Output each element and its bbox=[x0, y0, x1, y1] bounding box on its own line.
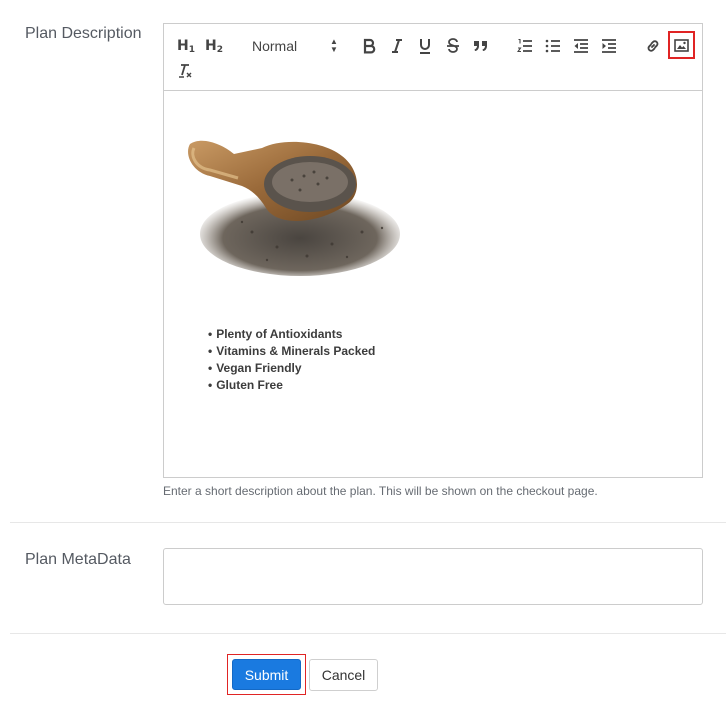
chia-seed-image bbox=[188, 140, 400, 276]
strike-button[interactable] bbox=[444, 34, 462, 58]
list-item: Vitamins & Minerals Packed bbox=[208, 343, 375, 360]
clean-format-button[interactable] bbox=[176, 59, 194, 83]
blockquote-button[interactable] bbox=[472, 34, 490, 58]
section-divider bbox=[10, 633, 726, 634]
format-picker[interactable]: Normal ▲ ▼ bbox=[250, 34, 340, 58]
bullet-list-icon bbox=[545, 39, 560, 53]
header-2-button[interactable]: H2 bbox=[204, 34, 224, 58]
editor-toolbar: H1 H2 Normal ▲ ▼ bbox=[164, 24, 702, 91]
format-picker-label: Normal bbox=[252, 38, 298, 54]
image-icon bbox=[674, 38, 689, 52]
underline-icon bbox=[420, 39, 430, 54]
outdent-icon bbox=[574, 39, 588, 53]
underline-button[interactable] bbox=[416, 34, 434, 58]
italic-button[interactable] bbox=[388, 34, 406, 58]
link-icon bbox=[647, 40, 659, 52]
bold-icon bbox=[363, 38, 376, 54]
updown-icon: ▲ ▼ bbox=[330, 37, 338, 54]
blockquote-icon bbox=[474, 41, 487, 51]
list-item: Plenty of Antioxidants bbox=[208, 326, 375, 343]
bold-button[interactable] bbox=[360, 34, 378, 58]
ordered-list-button[interactable] bbox=[516, 34, 534, 58]
plan-metadata-label: Plan MetaData bbox=[25, 551, 131, 568]
cancel-button[interactable]: Cancel bbox=[309, 659, 378, 691]
editor-content[interactable]: Plenty of Antioxidants Vitamins & Minera… bbox=[164, 92, 702, 477]
image-button[interactable] bbox=[668, 31, 695, 59]
submit-button[interactable]: Submit bbox=[232, 659, 301, 690]
submit-highlight: Submit bbox=[227, 654, 306, 695]
clean-format-icon bbox=[179, 64, 192, 78]
header-1-icon: H1 bbox=[177, 37, 195, 55]
indent-button[interactable] bbox=[600, 34, 618, 58]
list-item: Vegan Friendly bbox=[208, 360, 375, 377]
bullet-list-button[interactable] bbox=[544, 34, 562, 58]
description-help-text: Enter a short description about the plan… bbox=[163, 484, 598, 498]
plan-metadata-input[interactable] bbox=[163, 548, 703, 605]
header-1-button[interactable]: H1 bbox=[176, 34, 196, 58]
ordered-list-icon bbox=[517, 38, 532, 53]
strike-icon bbox=[447, 38, 459, 53]
indent-icon bbox=[602, 39, 616, 53]
header-2-icon: H2 bbox=[205, 37, 223, 55]
italic-icon bbox=[392, 39, 402, 53]
link-button[interactable] bbox=[644, 34, 662, 58]
list-item: Gluten Free bbox=[208, 377, 375, 394]
plan-description-label: Plan Description bbox=[25, 25, 142, 42]
outdent-button[interactable] bbox=[572, 34, 590, 58]
benefits-list: Plenty of Antioxidants Vitamins & Minera… bbox=[208, 326, 375, 394]
section-divider bbox=[10, 522, 726, 523]
rich-text-editor: H1 H2 Normal ▲ ▼ • Plenty of Antioxidant… bbox=[163, 23, 703, 478]
plan-form: Plan Description H1 H2 Normal ▲ ▼ • Plen… bbox=[0, 0, 726, 716]
